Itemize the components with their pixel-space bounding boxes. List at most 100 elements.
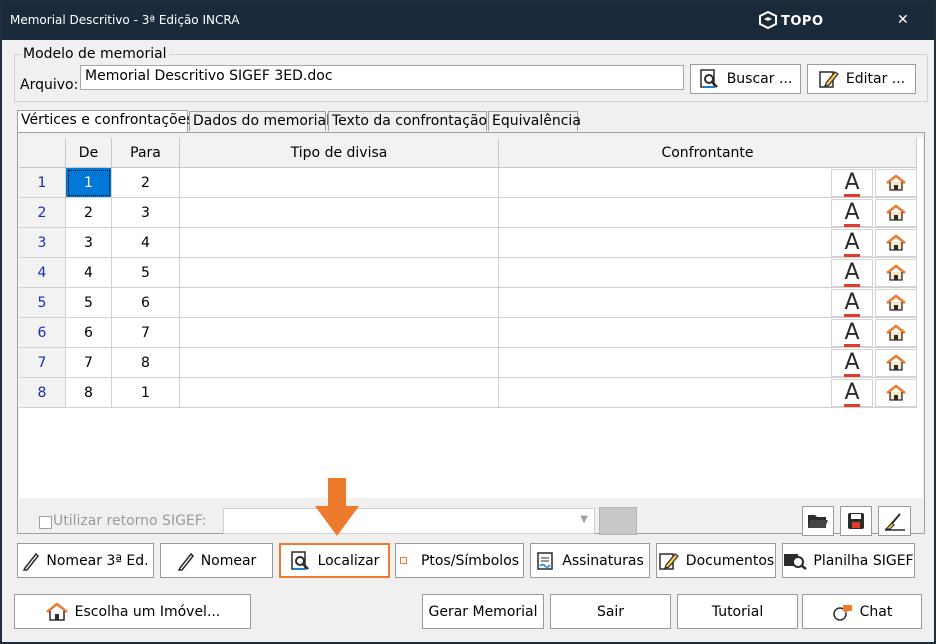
row-number[interactable]: 5 (19, 288, 66, 318)
row-number[interactable]: 8 (19, 378, 66, 408)
cell-tipo-divisa[interactable] (180, 228, 499, 258)
house-icon-button[interactable] (875, 379, 917, 407)
file-input-value: Memorial Descritivo SIGEF 3ED.doc (85, 68, 333, 84)
house-icon (886, 174, 906, 191)
col-header-de[interactable]: De (66, 138, 112, 168)
open-folder-button[interactable] (802, 506, 834, 536)
gerar-memorial-button[interactable]: Gerar Memorial (422, 594, 544, 629)
cell-para[interactable]: 6 (112, 288, 180, 318)
sigef-color-box[interactable] (599, 507, 637, 535)
house-icon-button[interactable] (875, 229, 917, 257)
font-icon-button[interactable]: A (831, 319, 873, 347)
clear-button[interactable] (878, 506, 911, 536)
file-label: Arquivo: (20, 77, 79, 93)
row-number[interactable]: 3 (19, 228, 66, 258)
nomear-3ed-button[interactable]: Nomear 3ª Ed. (17, 543, 154, 578)
localizar-button[interactable]: Localizar (279, 543, 390, 578)
house-icon-button[interactable] (875, 289, 917, 317)
cell-para[interactable]: 2 (112, 168, 180, 198)
cell-tipo-divisa[interactable] (180, 318, 499, 348)
table-row[interactable]: 112A (19, 168, 917, 198)
assinaturas-label: Assinaturas (562, 552, 644, 569)
gerar-memorial-label: Gerar Memorial (428, 603, 538, 620)
house-icon-button[interactable] (875, 319, 917, 347)
row-number[interactable]: 6 (19, 318, 66, 348)
chat-button[interactable]: Chat (802, 594, 922, 629)
topo-logo-text: TOPO (781, 14, 824, 29)
cell-tipo-divisa[interactable] (180, 348, 499, 378)
pencil-icon (23, 552, 40, 571)
row-number[interactable]: 7 (19, 348, 66, 378)
edit-button[interactable]: Editar ... (807, 64, 916, 94)
save-button[interactable] (840, 506, 872, 536)
nomear-button[interactable]: Nomear (160, 543, 273, 578)
table-row[interactable]: 334A (19, 228, 917, 258)
cell-de[interactable]: 3 (66, 228, 112, 258)
cell-de[interactable]: 1 (66, 168, 112, 198)
col-header-para[interactable]: Para (112, 138, 180, 168)
cell-de[interactable]: 6 (66, 318, 112, 348)
sigef-checkbox[interactable] (39, 516, 52, 529)
close-icon[interactable]: ✕ (897, 12, 909, 28)
escolha-imovel-button[interactable]: Escolha um Imóvel... (14, 594, 251, 629)
cell-para[interactable]: 5 (112, 258, 180, 288)
table-row[interactable]: 556A (19, 288, 917, 318)
house-icon-button[interactable] (875, 199, 917, 227)
cell-de[interactable]: 5 (66, 288, 112, 318)
cell-para[interactable]: 4 (112, 228, 180, 258)
table-row[interactable]: 778A (19, 348, 917, 378)
house-icon-button[interactable] (875, 259, 917, 287)
tab-dados[interactable]: Dados do memorial (189, 111, 330, 131)
cell-de[interactable]: 8 (66, 378, 112, 408)
tab-vertices[interactable]: Vértices e confrontações (17, 110, 194, 132)
cell-de[interactable]: 2 (66, 198, 112, 228)
table-row[interactable]: 667A (19, 318, 917, 348)
row-number[interactable]: 4 (19, 258, 66, 288)
sigef-dropdown[interactable]: ▼ (223, 508, 595, 534)
tab-equivalencia[interactable]: Equivalência (488, 111, 581, 131)
assinaturas-button[interactable]: Assinaturas (530, 543, 650, 578)
font-icon-button[interactable]: A (831, 259, 873, 287)
cell-para[interactable]: 3 (112, 198, 180, 228)
ptos-simbolos-button[interactable]: Ptos/Símbolos (395, 543, 524, 578)
cell-tipo-divisa[interactable] (180, 168, 499, 198)
tab-texto[interactable]: Texto da confrontação (328, 111, 487, 131)
font-icon-button[interactable]: A (831, 289, 873, 317)
cell-tipo-divisa[interactable] (180, 198, 499, 228)
font-icon-button[interactable]: A (831, 169, 873, 197)
font-icon-button[interactable]: A (831, 229, 873, 257)
search-doc-icon (290, 550, 309, 570)
tab-panel: De Para Tipo de divisa Confrontante 112A… (17, 132, 925, 534)
cell-tipo-divisa[interactable] (180, 258, 499, 288)
house-icon-button[interactable] (875, 349, 917, 377)
sair-button[interactable]: Sair (550, 594, 671, 629)
cell-para[interactable]: 8 (112, 348, 180, 378)
row-number[interactable]: 1 (19, 168, 66, 198)
file-input[interactable]: Memorial Descritivo SIGEF 3ED.doc (80, 65, 684, 90)
table-row[interactable]: 445A (19, 258, 917, 288)
font-icon-button[interactable]: A (831, 199, 873, 227)
col-header-confrontante[interactable]: Confrontante (499, 138, 917, 168)
cell-de[interactable]: 4 (66, 258, 112, 288)
documentos-button[interactable]: Documentos (656, 543, 776, 578)
search-button[interactable]: Buscar ... (690, 64, 801, 94)
font-a-icon: A (844, 380, 860, 407)
nomear-label: Nomear (200, 552, 257, 569)
chat-icon (832, 604, 852, 621)
house-icon-button[interactable] (875, 169, 917, 197)
planilha-sigef-button[interactable]: Planilha SIGEF (782, 543, 915, 578)
cell-para[interactable]: 1 (112, 378, 180, 408)
col-header-tipo[interactable]: Tipo de divisa (180, 138, 499, 168)
cell-tipo-divisa[interactable] (180, 288, 499, 318)
cell-para[interactable]: 7 (112, 318, 180, 348)
edit-button-label: Editar ... (845, 71, 906, 87)
font-icon-button[interactable]: A (831, 379, 873, 407)
row-number[interactable]: 2 (19, 198, 66, 228)
font-icon-button[interactable]: A (831, 349, 873, 377)
cell-tipo-divisa[interactable] (180, 378, 499, 408)
cell-de[interactable]: 7 (66, 348, 112, 378)
model-legend: Modelo de memorial (21, 46, 169, 62)
table-row[interactable]: 881A (19, 378, 917, 408)
tutorial-button[interactable]: Tutorial (677, 594, 798, 629)
table-row[interactable]: 223A (19, 198, 917, 228)
